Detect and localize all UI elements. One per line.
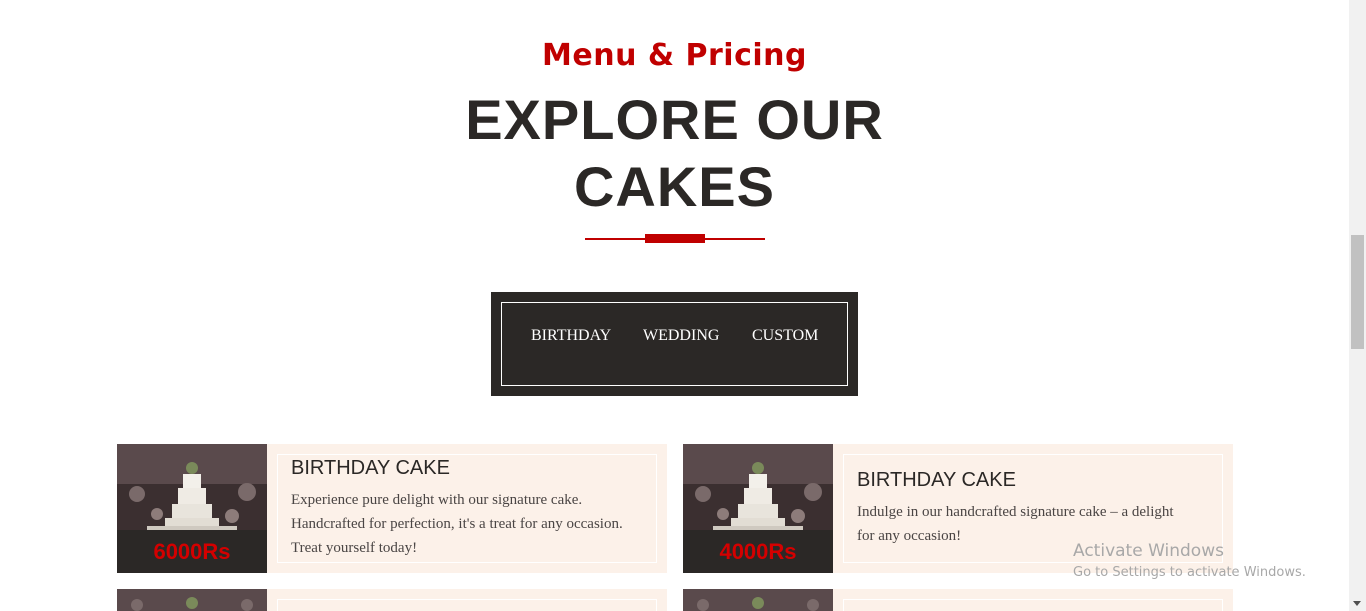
menu-card[interactable]: 6000Rs BIRTHDAY CAKE Experience pure del…: [117, 444, 667, 573]
scrollbar-thumb[interactable]: [1351, 235, 1364, 349]
section-title-line2: CAKES: [573, 155, 776, 218]
menu-card[interactable]: [117, 589, 667, 611]
tab-custom[interactable]: CUSTOM: [752, 327, 818, 345]
vertical-scrollbar[interactable]: [1349, 0, 1366, 611]
wedding-cake-photo: [117, 589, 267, 611]
windows-activation-watermark: Activate Windows Go to Settings to activ…: [1073, 541, 1306, 580]
card-title: BIRTHDAY CAKE: [857, 469, 1016, 491]
section-subtitle: Menu & Pricing: [542, 38, 807, 73]
cake-image: [683, 589, 833, 611]
menu-section: Menu & Pricing EXPLORE OUR CAKES BIRTHDA…: [0, 0, 1349, 611]
watermark-title: Activate Windows: [1073, 541, 1224, 561]
title-divider-accent: [645, 234, 705, 243]
section-title: EXPLORE OUR CAKES: [0, 86, 1349, 220]
watermark-subtitle: Go to Settings to activate Windows.: [1073, 565, 1306, 580]
card-title: BIRTHDAY CAKE: [291, 457, 450, 479]
cake-image: 6000Rs: [117, 444, 267, 573]
card-frame: [277, 599, 657, 611]
menu-tabs-frame: BIRTHDAY WEDDING CUSTOM: [501, 302, 848, 386]
section-title-line1: EXPLORE OUR: [465, 88, 884, 151]
tab-birthday[interactable]: BIRTHDAY: [531, 327, 611, 345]
cake-image: [117, 589, 267, 611]
menu-tabs: BIRTHDAY WEDDING CUSTOM: [491, 292, 858, 396]
price-label: 6000Rs: [153, 539, 231, 564]
wedding-cake-photo: [683, 589, 833, 611]
card-description: Experience pure delight with our signatu…: [291, 492, 623, 556]
cake-image: 4000Rs: [683, 444, 833, 573]
scroll-down-arrow-icon[interactable]: [1353, 601, 1361, 606]
card-frame: [843, 599, 1223, 611]
tab-wedding[interactable]: WEDDING: [643, 327, 719, 345]
menu-card[interactable]: [683, 589, 1233, 611]
price-label: 4000Rs: [719, 539, 797, 564]
